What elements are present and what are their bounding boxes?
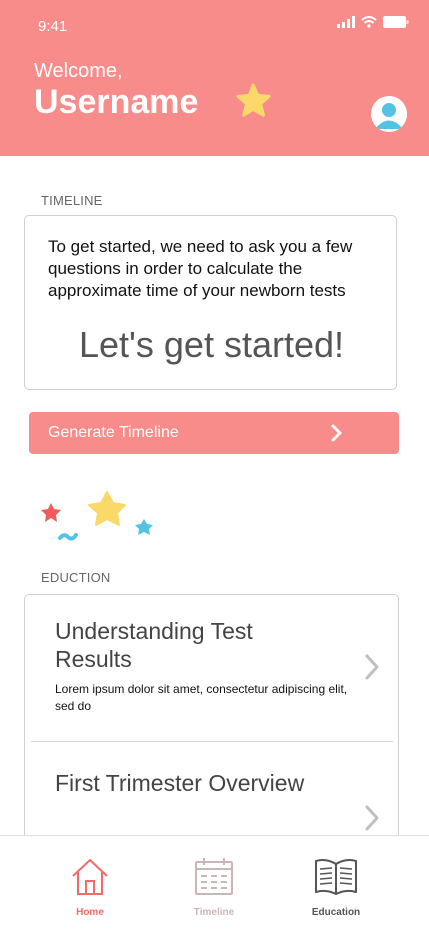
status-icons — [337, 16, 409, 28]
education-item-title: Understanding Test Results — [55, 618, 253, 672]
education-section-label: EDUCTION — [41, 570, 111, 585]
tab-education-label: Education — [311, 907, 361, 918]
education-item-desc: Lorem ipsum dolor sit amet, consectetur … — [55, 682, 348, 713]
education-card: Understanding Test Results Lorem ipsum d… — [24, 594, 399, 854]
tab-timeline-label: Timeline — [193, 907, 235, 918]
avatar[interactable] — [371, 96, 407, 132]
user-icon — [371, 96, 407, 132]
timeline-card: To get started, we need to ask you a few… — [24, 215, 397, 390]
chevron-right-icon — [331, 424, 342, 442]
tab-bar: Home Timeline Education — [0, 835, 429, 932]
calendar-icon — [195, 858, 233, 895]
chevron-right-icon — [365, 805, 379, 831]
timeline-intro: To get started, we need to ask you a few… — [48, 237, 353, 300]
tab-home-label: Home — [76, 907, 104, 918]
star-icon — [236, 83, 271, 117]
status-time: 9:41 — [38, 18, 68, 35]
wifi-icon — [361, 16, 377, 28]
generate-timeline-button[interactable]: Generate Timeline — [29, 412, 399, 454]
username: Username — [34, 83, 199, 121]
tab-education[interactable]: Education — [291, 856, 381, 918]
signal-icon — [337, 16, 355, 28]
generate-timeline-label: Generate Timeline — [48, 424, 179, 441]
education-item-test-results[interactable]: Understanding Test Results Lorem ipsum d… — [25, 595, 398, 741]
book-icon — [315, 859, 357, 895]
home-icon — [72, 859, 108, 895]
timeline-section-label: TIMELINE — [41, 193, 103, 208]
welcome-text: Welcome, — [34, 60, 123, 82]
battery-icon — [383, 16, 409, 28]
get-started-text: Let's get started! — [78, 324, 345, 365]
decorative-stars-icon — [41, 491, 153, 541]
tab-home[interactable]: Home — [45, 856, 135, 918]
chevron-right-icon — [365, 654, 379, 680]
tab-timeline[interactable]: Timeline — [169, 856, 259, 918]
header: 9:41 Welcome, Username — [0, 0, 429, 156]
education-item-title: First Trimester Overview — [55, 770, 305, 796]
